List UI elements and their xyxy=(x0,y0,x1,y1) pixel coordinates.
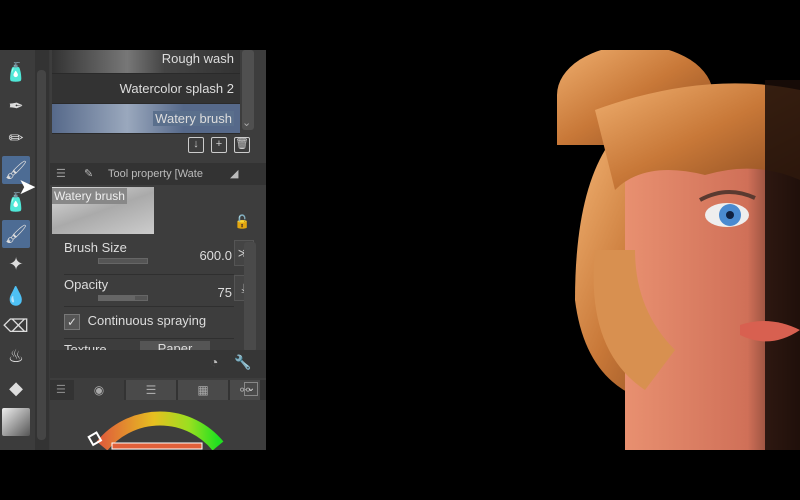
color-slider-tab[interactable]: ☰ xyxy=(126,380,176,400)
unlock-icon[interactable]: 🔓 xyxy=(234,214,250,230)
color-wheel[interactable] xyxy=(50,400,266,450)
more-tabs-icon[interactable]: ⌄ xyxy=(244,382,258,396)
tool-property-icon: ✎ xyxy=(84,168,94,180)
brush-item-watercolor-splash[interactable]: Watercolor splash 2 xyxy=(52,74,240,104)
airbrush-tool-icon[interactable]: 🧴 xyxy=(2,58,30,86)
wrench-icon[interactable]: 🔧 xyxy=(234,354,251,371)
brush-panel: Rough wash Watercolor splash 2 Watery br… xyxy=(50,50,266,450)
timer-icon[interactable]: ◔ xyxy=(210,354,218,370)
menu-icon[interactable]: ☰ xyxy=(56,163,66,185)
opacity-label: Opacity xyxy=(64,277,109,292)
pencil-tool-icon[interactable]: ✏ xyxy=(2,124,30,152)
clip-studio-panel: 🧴 ✒ ✏ 🖌 ➤ 🧴 🖌 ✦ 💧 ⌫ ♨ ◆ Rough wash Water… xyxy=(0,50,266,450)
color-set-tab[interactable]: ▦ xyxy=(178,380,228,400)
scroll-down-icon[interactable]: ⌄ xyxy=(242,116,251,129)
continuous-spraying-row[interactable]: ✓ Continuous spraying xyxy=(64,306,234,334)
property-footer: ◔ 🔧 xyxy=(50,350,266,378)
toolbar-scrollbar[interactable] xyxy=(35,50,49,450)
brush-label: Watery brush xyxy=(153,111,234,126)
airbrush-tool-icon-2[interactable]: 🧴 xyxy=(2,188,30,216)
menu-icon[interactable]: ☰ xyxy=(56,383,66,396)
tool-property-header: ☰ ✎ Tool property [Wate ◢ xyxy=(50,163,266,185)
opacity-value[interactable]: 75 xyxy=(218,285,232,300)
brush-label: Rough wash xyxy=(161,51,234,66)
duplicate-icon[interactable]: + xyxy=(211,137,227,153)
color-wheel-tab[interactable]: ◉ xyxy=(74,380,124,400)
brush-size-label: Brush Size xyxy=(64,240,127,255)
color-panel-tabs: ☰ ◉ ☰ ▦ ⚯ ⌄ xyxy=(50,380,266,400)
canvas-artwork[interactable] xyxy=(555,50,800,450)
brush-subtool-icon[interactable]: 🖌 xyxy=(2,220,30,248)
delete-icon[interactable]: 🗑 xyxy=(234,137,250,153)
tool-icon: ◢ xyxy=(230,168,239,180)
continuous-spraying-label: Continuous spraying xyxy=(87,313,207,328)
tool-property-title: Tool property [Wate xyxy=(108,168,203,180)
opacity-row: Opacity 75 ⤓ xyxy=(64,274,254,302)
fill-tool-icon[interactable]: ♨ xyxy=(2,342,30,370)
decoration-tool-icon[interactable]: ✦ xyxy=(2,250,30,278)
brush-size-row: Brush Size 600.0 ≫ xyxy=(64,240,254,268)
brush-label: Watercolor splash 2 xyxy=(119,81,234,96)
continuous-spraying-checkbox[interactable]: ✓ xyxy=(64,313,80,330)
saturation-box xyxy=(111,442,203,450)
pen-tool-icon[interactable]: ✒ xyxy=(2,92,30,120)
brush-size-value[interactable]: 600.0 xyxy=(199,248,232,263)
import-icon[interactable]: ↓ xyxy=(188,137,204,153)
property-scrollbar[interactable] xyxy=(244,242,256,352)
brush-item-watery-brush[interactable]: Watery brush xyxy=(52,104,240,134)
brush-preview-name: Watery brush xyxy=(52,188,127,204)
brush-size-slider[interactable] xyxy=(98,258,148,264)
tool-bar: 🧴 ✒ ✏ 🖌 ➤ 🧴 🖌 ✦ 💧 ⌫ ♨ ◆ xyxy=(0,50,36,450)
gradient-tool-icon[interactable] xyxy=(2,408,30,436)
opacity-slider[interactable] xyxy=(98,295,148,301)
hue-ring xyxy=(96,411,224,450)
eraser-tool-icon[interactable]: ⌫ xyxy=(2,312,30,340)
blend-tool-icon[interactable]: 💧 xyxy=(2,282,30,310)
paint-bucket-icon[interactable]: ◆ xyxy=(2,374,30,402)
brush-item-rough-wash[interactable]: Rough wash xyxy=(52,50,240,74)
brush-preview: Watery brush xyxy=(52,187,154,234)
